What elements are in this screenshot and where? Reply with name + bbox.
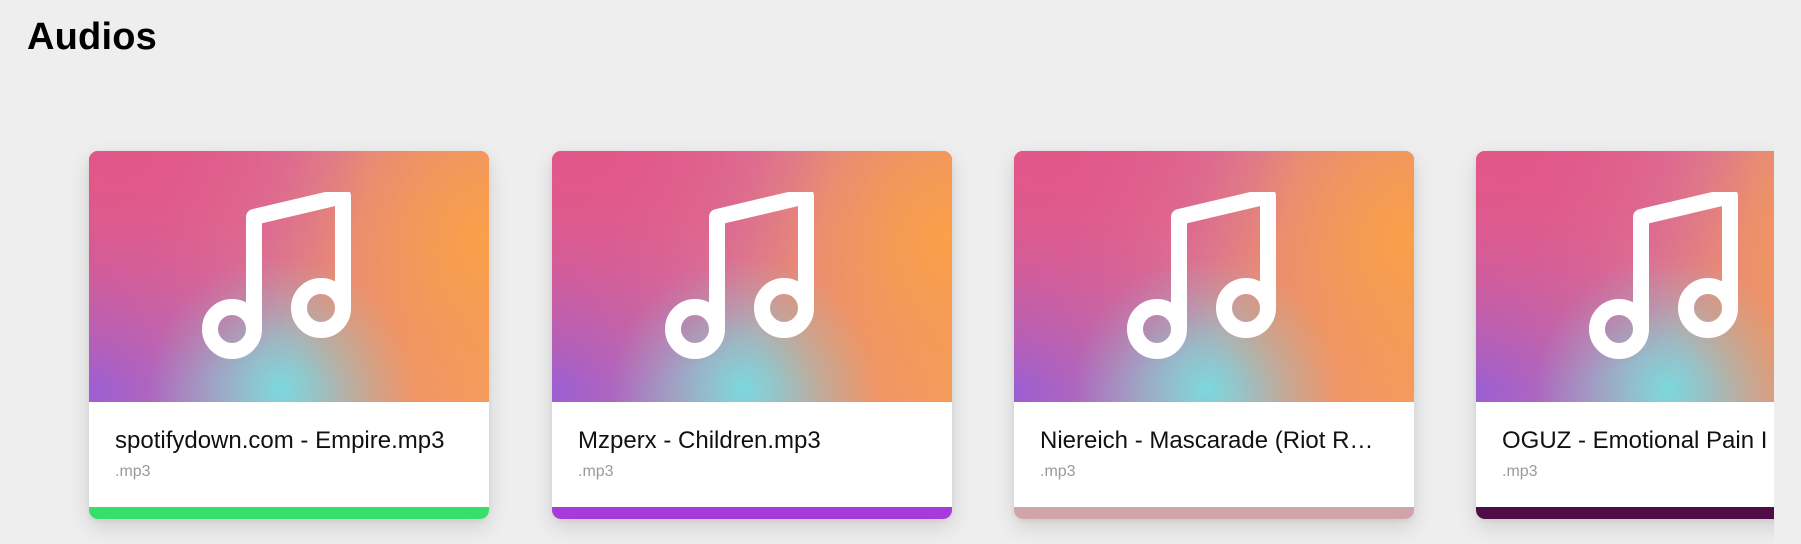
music-note-icon xyxy=(202,192,351,359)
audio-extension: .mp3 xyxy=(115,463,151,480)
card-accent-bar xyxy=(1476,507,1774,519)
card-accent-bar xyxy=(552,507,952,519)
audio-extension: .mp3 xyxy=(1040,463,1076,480)
card-info: OGUZ - Emotional Pain I .mp3 xyxy=(1476,402,1774,507)
music-note-icon xyxy=(1127,192,1276,359)
audio-carousel[interactable]: spotifydown.com - Empire.mp3 .mp3 Mzperx… xyxy=(0,0,1774,544)
card-info: Mzperx - Children.mp3 .mp3 xyxy=(552,402,952,507)
card-info: Niereich - Mascarade (Riot R… .mp3 xyxy=(1014,402,1414,507)
audio-thumbnail xyxy=(89,151,489,402)
audio-title[interactable]: Niereich - Mascarade (Riot R… xyxy=(1040,427,1396,455)
card-accent-bar xyxy=(1014,507,1414,519)
audio-card[interactable]: OGUZ - Emotional Pain I .mp3 xyxy=(1476,151,1774,519)
audio-title[interactable]: Mzperx - Children.mp3 xyxy=(578,427,934,455)
audio-extension: .mp3 xyxy=(578,463,614,480)
audio-thumbnail xyxy=(552,151,952,402)
audio-card[interactable]: Mzperx - Children.mp3 .mp3 xyxy=(552,151,952,519)
music-note-icon xyxy=(665,192,814,359)
audio-title[interactable]: spotifydown.com - Empire.mp3 xyxy=(115,427,471,455)
music-note-icon xyxy=(1589,192,1738,359)
audio-title[interactable]: OGUZ - Emotional Pain I xyxy=(1502,427,1774,455)
audio-thumbnail xyxy=(1014,151,1414,402)
audio-card[interactable]: spotifydown.com - Empire.mp3 .mp3 xyxy=(89,151,489,519)
audio-extension: .mp3 xyxy=(1502,463,1538,480)
audio-card[interactable]: Niereich - Mascarade (Riot R… .mp3 xyxy=(1014,151,1414,519)
audio-thumbnail xyxy=(1476,151,1774,402)
card-accent-bar xyxy=(89,507,489,519)
card-info: spotifydown.com - Empire.mp3 .mp3 xyxy=(89,402,489,507)
